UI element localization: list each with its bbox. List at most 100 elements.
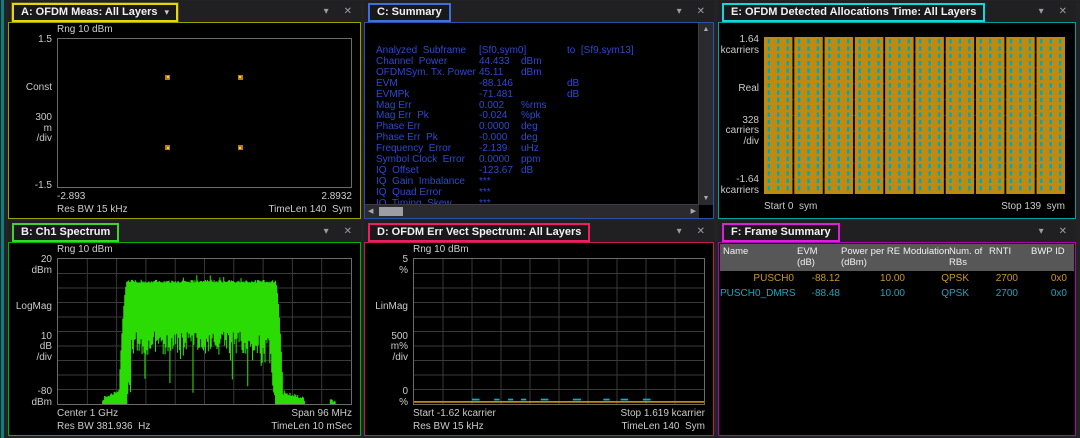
table-row[interactable]: PUSCH0_DMRS-88.4810.00QPSK27000x00 [720, 286, 1074, 301]
spectrum-plot[interactable] [57, 258, 352, 405]
range-label: Rng 10 dBm [413, 244, 469, 255]
footer-labels: Res BW 381.936 Hz TimeLen 10 mSec [57, 421, 352, 432]
footer-labels: Res BW 15 kHz TimeLen 140 Sym [57, 204, 352, 215]
column-header[interactable]: Power per RE (dBm) [841, 244, 903, 268]
summary-unit: dBm [521, 55, 542, 67]
panel-f-title-tab[interactable]: F: Frame Summary [722, 222, 840, 242]
table-cell: 2700 [995, 288, 1018, 299]
table-cell: 10.00 [879, 273, 905, 284]
collapse-icon[interactable]: ▾ [677, 226, 682, 237]
close-icon[interactable]: ✕ [344, 226, 352, 237]
panel-e-titlebar[interactable]: E: OFDM Detected Allocations Time: All L… [718, 1, 1076, 22]
panel-b-content: Rng 10 dBm 20 dBm LogMag 10 dB /div -80 … [8, 242, 361, 436]
trace-format-label: LinMag [375, 301, 408, 313]
res-bw-label: Res BW 15 kHz [57, 204, 128, 215]
table-row[interactable]: PUSCH0-88.1210.00QPSK27000x00 [720, 271, 1074, 286]
panel-c-title-tab[interactable]: C: Summary [368, 2, 451, 22]
summary-unit: ppm [521, 154, 541, 166]
spectrum-chart [58, 259, 351, 404]
table-cell: PUSCH0 [753, 273, 794, 284]
column-header[interactable]: EVM (dB) [797, 244, 841, 268]
scroll-up-icon[interactable]: ▲ [700, 23, 713, 36]
res-bw-label: Res BW 381.936 Hz [57, 421, 151, 432]
y-axis-bottom-label: 0 % [399, 386, 408, 408]
panel-err-vect-spectrum: D: OFDM Err Vect Spectrum: All Layers ▾ … [364, 221, 714, 436]
panel-b-title-tab[interactable]: B: Ch1 Spectrum [12, 222, 120, 242]
x-stop-label: Stop 139 sym [1001, 201, 1065, 212]
panel-e-title-tab[interactable]: E: OFDM Detected Allocations Time: All L… [722, 2, 986, 22]
err-vect-plot[interactable] [413, 258, 705, 405]
vertical-scrollbar[interactable]: ▲ ▼ [698, 23, 713, 205]
column-header[interactable] [1071, 244, 1075, 246]
panel-d-titlebar[interactable]: D: OFDM Err Vect Spectrum: All Layers ▾ … [364, 221, 714, 242]
time-len-label: TimeLen 10 mSec [271, 421, 352, 432]
collapse-icon[interactable]: ▾ [1039, 226, 1044, 237]
panel-d-title-tab[interactable]: D: OFDM Err Vect Spectrum: All Layers [368, 222, 591, 242]
panel-a-content: Rng 10 dBm 1.5 Const 300 m /div -1.5 -2.… [8, 22, 361, 219]
panel-b-title: B: Ch1 Spectrum [21, 226, 111, 238]
summary-unit: dB [521, 164, 534, 176]
dropdown-caret-icon[interactable]: ▾ [165, 7, 170, 18]
panel-ch1-spectrum: B: Ch1 Spectrum ▾ ✕ Rng 10 dBm 20 dBm Lo… [8, 221, 361, 436]
scroll-left-icon[interactable]: ◀ [365, 205, 376, 218]
x-stop-label: Stop 1.619 kcarrier [620, 408, 706, 419]
collapse-icon[interactable]: ▾ [677, 6, 682, 17]
summary-unit: %rms [521, 99, 547, 111]
y-axis-per-div-label: 300 m /div [35, 112, 52, 144]
err-vect-chart [414, 259, 704, 404]
close-icon[interactable]: ✕ [697, 226, 705, 237]
summary-list: Analyzed Subframe [Sf0,sym0] to [Sf9,sym13… [366, 24, 698, 204]
summary-label: EVM [376, 77, 398, 89]
close-icon[interactable]: ✕ [1059, 226, 1067, 237]
collapse-icon[interactable]: ▾ [324, 226, 329, 237]
y-axis-gutter: 20 dBm LogMag 10 dB /div -80 dBm [9, 254, 55, 407]
y-axis-top-label: 20 dBm [31, 254, 52, 276]
collapse-icon[interactable]: ▾ [1039, 6, 1044, 17]
panel-f-titlebar[interactable]: F: Frame Summary ▾ ✕ [718, 221, 1076, 242]
column-header[interactable]: Name [720, 244, 797, 257]
summary-unit: %pk [521, 110, 541, 122]
panel-a-title-tab[interactable]: A: OFDM Meas: All Layers ▾ [12, 2, 179, 22]
constellation-plot[interactable] [57, 38, 352, 188]
scrollbar-thumb[interactable] [379, 207, 403, 216]
y-axis-bottom-label: -1.64 kcarriers [720, 174, 759, 196]
y-axis-per-div-label: 328 carriers /div [725, 114, 759, 147]
panel-c-content: Analyzed Subframe [Sf0,sym0] to [Sf9,sym13… [364, 22, 714, 219]
panel-b-titlebar[interactable]: B: Ch1 Spectrum ▾ ✕ [8, 221, 361, 242]
summary-label: EVMPk [376, 88, 410, 100]
panel-c-title: C: Summary [377, 6, 442, 18]
constellation-point [165, 145, 171, 151]
time-len-label: TimeLen 140 Sym [621, 421, 705, 432]
collapse-icon[interactable]: ▾ [324, 6, 329, 17]
scroll-right-icon[interactable]: ▶ [688, 205, 699, 218]
close-icon[interactable]: ✕ [344, 6, 352, 17]
scroll-down-icon[interactable]: ▼ [700, 192, 713, 205]
table-cell: 0x0 [1050, 288, 1067, 299]
allocations-plot[interactable] [764, 36, 1065, 195]
column-header[interactable]: Modulation [903, 244, 949, 257]
y-axis-top-label: 1.5 [38, 34, 52, 45]
panel-c-titlebar[interactable]: C: Summary ▾ ✕ [364, 1, 714, 22]
column-header[interactable]: BWP ID [1031, 244, 1071, 257]
summary-row: OFDMSym. Tx. Power 45.11 dBm [376, 67, 698, 79]
x-axis-left: -2.893 [57, 191, 86, 202]
horizontal-scrollbar[interactable]: ◀ ▶ [365, 204, 699, 218]
y-axis-top-label: 5 % [399, 254, 408, 276]
column-header[interactable]: Num. of RBs [949, 244, 989, 268]
panel-a-titlebar[interactable]: A: OFDM Meas: All Layers ▾ ▾ ✕ [8, 1, 361, 22]
x-start-label: Start -1.62 kcarrier [413, 408, 496, 419]
range-label: Rng 10 dBm [57, 244, 113, 255]
allocations-chart [764, 37, 1065, 194]
close-icon[interactable]: ✕ [697, 6, 705, 17]
summary-unit: deg [521, 121, 538, 133]
panel-frame-summary: F: Frame Summary ▾ ✕ Name EVM (dB) Power p… [718, 221, 1076, 436]
close-icon[interactable]: ✕ [1059, 6, 1067, 17]
footer-labels: Res BW 15 kHz TimeLen 140 Sym [413, 421, 705, 432]
column-header[interactable]: RNTI [989, 244, 1031, 257]
summary-unit: dB [567, 88, 580, 100]
y-axis-gutter: 1.5 Const 300 m /div -1.5 [9, 34, 55, 190]
summary-row: Symbol Clock Error 0.0000 ppm [376, 154, 698, 166]
panel-f-content: Name EVM (dB) Power per RE (dBm) Modulation… [718, 242, 1076, 436]
table-cell: 10.00 [879, 288, 905, 299]
frame-summary-table: Name EVM (dB) Power per RE (dBm) Modulation… [720, 244, 1074, 434]
